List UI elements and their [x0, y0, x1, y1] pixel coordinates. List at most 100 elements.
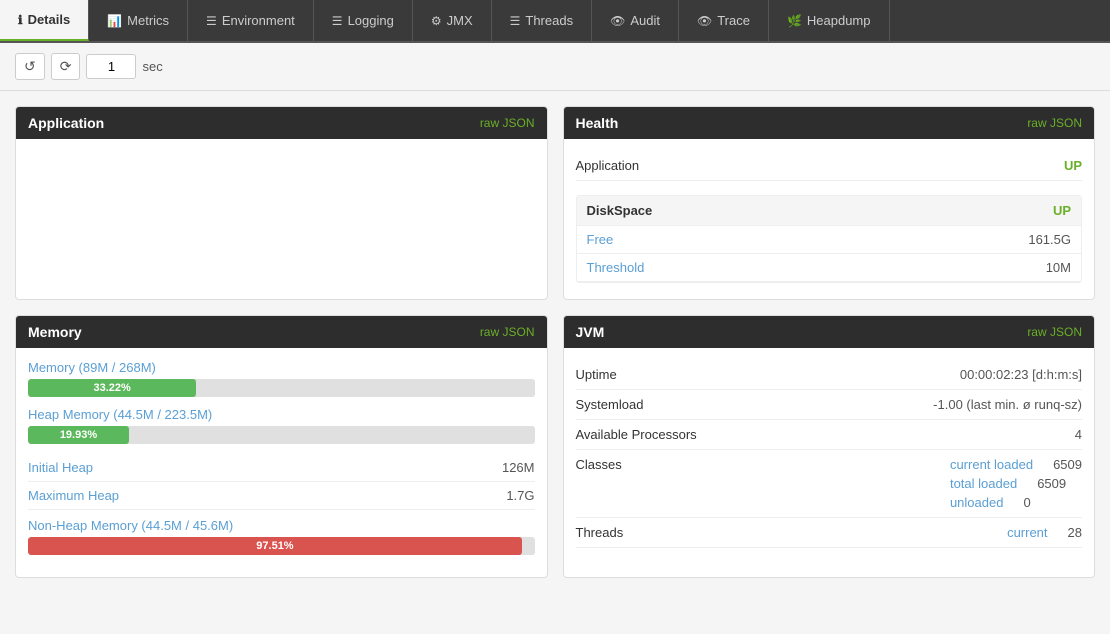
jvm-systemload-row: Systemload -1.00 (last min. ø runq-sz) [576, 390, 1083, 420]
jvm-threads-current-row: current 28 [1007, 525, 1082, 540]
diskspace-status: UP [1053, 203, 1071, 218]
jvm-card-body: Uptime 00:00:02:23 [d:h:m:s] Systemload … [564, 348, 1095, 560]
trace-icon: 👁 [697, 14, 712, 28]
jvm-threads-details: current 28 [1007, 525, 1082, 540]
tab-logging-label: Logging [348, 13, 394, 28]
memory-heap-percent: 19.93% [60, 429, 97, 441]
refresh-button[interactable]: ↺ [15, 53, 45, 80]
jvm-classes-row: Classes current loaded 6509 total loaded… [576, 450, 1083, 518]
tab-details[interactable]: ℹ Details [0, 0, 89, 41]
jvm-processors-row: Available Processors 4 [576, 420, 1083, 450]
unloaded-value: 0 [1023, 495, 1030, 510]
tab-heapdump-label: Heapdump [807, 13, 871, 28]
tab-audit-label: Audit [630, 13, 660, 28]
diskspace-section: DiskSpace UP Free 161.5G Threshold 10M [576, 195, 1083, 283]
metrics-icon: 📊 [107, 14, 122, 28]
memory-nonheap-progress-bar: 97.51% [28, 537, 522, 555]
jvm-systemload-label: Systemload [576, 397, 644, 412]
memory-nonheap-label: Non-Heap Memory (44.5M / 45.6M) [28, 518, 535, 533]
application-card-title: Application [28, 115, 104, 131]
diskspace-header: DiskSpace UP [577, 196, 1082, 226]
jvm-current-loaded-row: current loaded 6509 [950, 457, 1082, 472]
memory-nonheap-progress-container: 97.51% [28, 537, 535, 555]
maximum-heap-label: Maximum Heap [28, 488, 119, 503]
environment-icon: ☰ [206, 14, 217, 28]
tab-trace[interactable]: 👁 Trace [679, 0, 769, 41]
maximum-heap-row: Maximum Heap 1.7G [28, 482, 535, 510]
initial-heap-label: Initial Heap [28, 460, 93, 475]
health-card-header: Health raw JSON [564, 107, 1095, 139]
tab-environment[interactable]: ☰ Environment [188, 0, 314, 41]
tab-metrics[interactable]: 📊 Metrics [89, 0, 188, 41]
total-loaded-label: total loaded [950, 476, 1017, 491]
auto-refresh-button[interactable]: ⟳ [51, 53, 81, 80]
health-threshold-value: 10M [1046, 260, 1071, 275]
health-free-row: Free 161.5G [577, 226, 1082, 254]
health-card-body: Application UP DiskSpace UP Free 161.5G … [564, 139, 1095, 295]
tab-audit[interactable]: 👁 Audit [592, 0, 679, 41]
jvm-card-title: JVM [576, 324, 605, 340]
memory-total-progress-bar: 33.22% [28, 379, 196, 397]
jvm-uptime-value: 00:00:02:23 [d:h:m:s] [960, 367, 1082, 382]
jvm-uptime-row: Uptime 00:00:02:23 [d:h:m:s] [576, 360, 1083, 390]
memory-total-item: Memory (89M / 268M) 33.22% [28, 360, 535, 397]
threads-current-label: current [1007, 525, 1047, 540]
health-card-title: Health [576, 115, 619, 131]
health-threshold-label: Threshold [587, 260, 645, 275]
application-raw-json-link[interactable]: raw JSON [480, 116, 535, 130]
current-loaded-value: 6509 [1053, 457, 1082, 472]
memory-card-header: Memory raw JSON [16, 316, 547, 348]
tab-jmx[interactable]: ⚙ JMX [413, 0, 492, 41]
tab-trace-label: Trace [717, 13, 750, 28]
memory-card: Memory raw JSON Memory (89M / 268M) 33.2… [15, 315, 548, 578]
health-free-value: 161.5G [1028, 232, 1071, 247]
threads-icon: ☰ [510, 14, 521, 28]
refresh-interval-input[interactable] [86, 54, 136, 79]
memory-total-label: Memory (89M / 268M) [28, 360, 535, 375]
maximum-heap-value: 1.7G [506, 488, 534, 503]
application-card-body [16, 139, 547, 299]
jvm-classes-details: current loaded 6509 total loaded 6509 un… [950, 457, 1082, 510]
jvm-threads-label: Threads [576, 525, 624, 540]
unloaded-label: unloaded [950, 495, 1004, 510]
initial-heap-value: 126M [502, 460, 535, 475]
toolbar: ↺ ⟳ sec [0, 43, 1110, 91]
audit-icon: 👁 [610, 14, 625, 28]
current-loaded-label: current loaded [950, 457, 1033, 472]
tab-jmx-label: JMX [447, 13, 473, 28]
heapdump-icon: 🌿 [787, 14, 802, 28]
jvm-uptime-label: Uptime [576, 367, 617, 382]
memory-heap-item: Heap Memory (44.5M / 223.5M) 19.93% [28, 407, 535, 444]
memory-card-body: Memory (89M / 268M) 33.22% Heap Memory (… [16, 348, 547, 577]
health-application-row: Application UP [576, 151, 1083, 181]
health-raw-json-link[interactable]: raw JSON [1027, 116, 1082, 130]
initial-heap-row: Initial Heap 126M [28, 454, 535, 482]
jvm-unloaded-row: unloaded 0 [950, 495, 1082, 510]
details-icon: ℹ [18, 13, 23, 27]
jvm-threads-row: Threads current 28 [576, 518, 1083, 548]
memory-card-title: Memory [28, 324, 82, 340]
total-loaded-value: 6509 [1037, 476, 1066, 491]
health-threshold-row: Threshold 10M [577, 254, 1082, 282]
logging-icon: ☰ [332, 14, 343, 28]
refresh-interval-unit: sec [142, 59, 162, 74]
jvm-systemload-value: -1.00 (last min. ø runq-sz) [933, 397, 1082, 412]
memory-heap-progress-bar: 19.93% [28, 426, 129, 444]
tab-details-label: Details [28, 12, 71, 27]
jvm-raw-json-link[interactable]: raw JSON [1027, 325, 1082, 339]
memory-heap-label: Heap Memory (44.5M / 223.5M) [28, 407, 535, 422]
memory-heap-progress-container: 19.93% [28, 426, 535, 444]
jvm-processors-value: 4 [1075, 427, 1082, 442]
tab-bar: ℹ Details 📊 Metrics ☰ Environment ☰ Logg… [0, 0, 1110, 43]
tab-heapdump[interactable]: 🌿 Heapdump [769, 0, 890, 41]
health-card: Health raw JSON Application UP DiskSpace… [563, 106, 1096, 300]
memory-raw-json-link[interactable]: raw JSON [480, 325, 535, 339]
tab-threads[interactable]: ☰ Threads [492, 0, 592, 41]
diskspace-label: DiskSpace [587, 203, 653, 218]
jvm-card-header: JVM raw JSON [564, 316, 1095, 348]
threads-current-value: 28 [1068, 525, 1082, 540]
health-application-label: Application [576, 158, 640, 173]
application-card: Application raw JSON [15, 106, 548, 300]
tab-logging[interactable]: ☰ Logging [314, 0, 413, 41]
main-content: Application raw JSON Health raw JSON App… [0, 91, 1110, 593]
